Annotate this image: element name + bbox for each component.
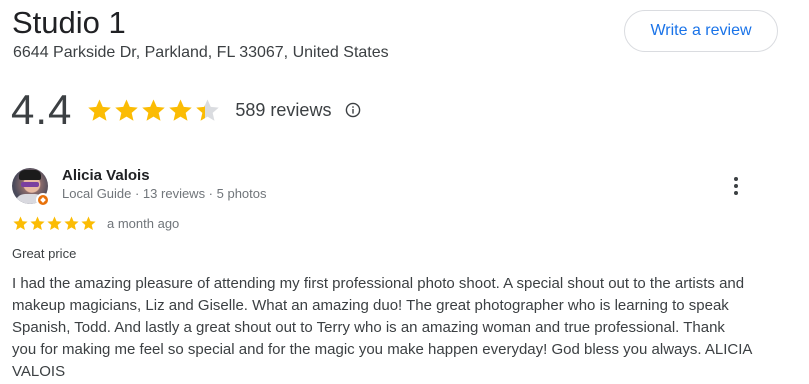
place-address: 6644 Parkside Dr, Parkland, FL 33067, Un… <box>13 44 389 61</box>
place-title: Studio 1 <box>12 5 126 40</box>
review-star-icon <box>81 216 96 230</box>
local-guide-badge-icon <box>36 193 50 207</box>
reviewer-name[interactable]: Alicia Valois <box>62 167 150 184</box>
review-star-icon <box>47 216 62 230</box>
rating-star-icon <box>115 98 139 121</box>
rating-star-icon <box>142 98 166 121</box>
review-star-icon <box>64 216 79 230</box>
rating-star-icon <box>196 98 220 121</box>
review-headline: Great price <box>12 246 77 261</box>
review-star-icon <box>13 216 28 230</box>
info-icon[interactable] <box>345 102 361 118</box>
review-stars <box>12 215 97 232</box>
review-star-icon <box>30 216 45 230</box>
more-vert-icon[interactable] <box>726 174 746 198</box>
write-review-button[interactable]: Write a review <box>624 10 778 52</box>
rating-star-icon <box>88 98 112 121</box>
review-rating-row: a month ago <box>12 215 179 232</box>
review-count[interactable]: 589 reviews <box>235 100 331 121</box>
place-reviews-panel: Studio 1 6644 Parkside Dr, Parkland, FL … <box>0 0 809 384</box>
rating-star-icon <box>169 98 193 121</box>
avatar[interactable] <box>12 168 50 207</box>
rating-summary: 4.4 589 reviews <box>11 85 361 135</box>
rating-value: 4.4 <box>11 86 73 133</box>
review-time: a month ago <box>107 216 180 231</box>
review-text: I had the amazing pleasure of attending … <box>12 275 752 380</box>
reviewer-meta: Local Guide · 13 reviews · 5 photos <box>62 186 267 201</box>
rating-stars <box>86 97 221 124</box>
